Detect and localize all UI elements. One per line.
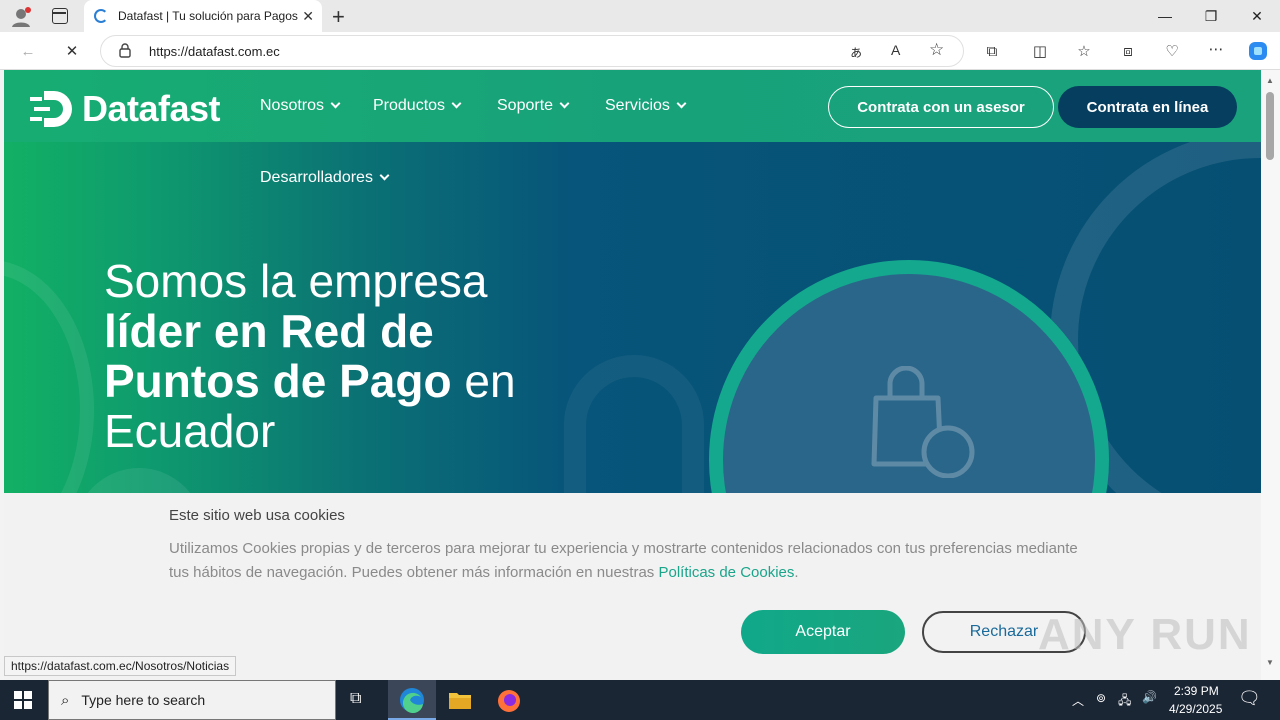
site-header: Datafast Nosotros Productos Soporte Serv… (4, 70, 1261, 142)
favorites-icon[interactable]: ☆ (1072, 40, 1096, 62)
address-field[interactable]: https://datafast.com.ec ぁ A ☆ (100, 35, 964, 67)
profile-icon[interactable] (10, 6, 32, 28)
split-screen-icon[interactable]: ◫ (1028, 40, 1052, 62)
back-icon[interactable]: ← (16, 40, 40, 62)
chevron-down-icon (676, 98, 687, 109)
browser-tab-bar: Datafast | Tu solución para Pagos ✕ + — … (0, 0, 1280, 32)
chevron-down-icon (451, 98, 462, 109)
tab-title: Datafast | Tu solución para Pagos (118, 9, 298, 23)
nav-nosotros[interactable]: Nosotros (260, 97, 341, 115)
window-close-icon[interactable]: ✕ (1234, 0, 1280, 32)
minimize-icon[interactable]: — (1142, 0, 1188, 32)
tab-actions-icon[interactable] (52, 8, 68, 24)
accept-cookies-button[interactable]: Aceptar (741, 610, 905, 654)
tab-close-icon[interactable]: ✕ (302, 8, 314, 25)
active-tab[interactable]: Datafast | Tu solución para Pagos ✕ (84, 0, 322, 32)
network-icon[interactable]: 🖧 (1118, 691, 1131, 712)
nav-servicios[interactable]: Servicios (605, 97, 687, 115)
nav-soporte[interactable]: Soporte (497, 97, 570, 115)
read-aloud-icon[interactable]: A (891, 42, 900, 58)
clock-time[interactable]: 2:39 PM (1174, 684, 1219, 698)
firefox-icon[interactable] (496, 688, 522, 714)
file-explorer-icon[interactable] (448, 690, 472, 710)
translate-icon[interactable]: ぁ (849, 42, 863, 62)
favorite-star-icon[interactable]: ☆ (929, 40, 944, 60)
datafast-logo[interactable]: Datafast (30, 88, 221, 130)
stop-loading-icon[interactable]: ✕ (60, 40, 84, 62)
shopping-bag-icon (870, 365, 980, 479)
tray-device-icon[interactable]: ⊚ (1096, 691, 1106, 705)
chevron-down-icon (330, 98, 341, 109)
logo-mark-icon (30, 91, 72, 127)
headline-line-4: Ecuador (104, 405, 276, 457)
tray-chevron-icon[interactable]: ︿ (1072, 692, 1084, 709)
copilot-icon[interactable] (1246, 40, 1270, 62)
lock-icon[interactable] (119, 43, 131, 58)
collections-icon[interactable]: ⧈ (1116, 40, 1140, 62)
scroll-thumb[interactable] (1266, 92, 1274, 160)
scroll-down-icon[interactable]: ▼ (1266, 658, 1274, 667)
cookie-text: Utilizamos Cookies propias y de terceros… (169, 540, 1078, 581)
url-text: https://datafast.com.ec (149, 44, 280, 59)
hero-section: Datafast Nosotros Productos Soporte Serv… (4, 70, 1261, 660)
restore-icon[interactable]: ❐ (1188, 0, 1234, 32)
hero-headline: Somos la empresa líder en Red de Puntos … (104, 256, 584, 456)
headline-line-3: Puntos de Pago en (104, 355, 516, 407)
link-status-bar: https://datafast.com.ec/Nosotros/Noticia… (4, 656, 237, 676)
cookie-title: Este sitio web usa cookies (169, 507, 345, 524)
address-toolbar: ← ✕ https://datafast.com.ec ぁ A ☆ ⧉ ◫ ☆ … (0, 32, 1280, 70)
chevron-down-icon (379, 170, 390, 181)
nav-desarrolladores[interactable]: Desarrolladores (260, 169, 390, 187)
search-placeholder: Type here to search (81, 692, 206, 708)
nav-productos[interactable]: Productos (373, 97, 462, 115)
contract-online-button[interactable]: Contrata en línea (1058, 86, 1237, 128)
cookie-policy-link[interactable]: Políticas de Cookies (658, 564, 794, 581)
loading-icon (94, 9, 108, 23)
headline-line-1: Somos la empresa (104, 255, 488, 307)
windows-start-icon[interactable] (14, 691, 32, 709)
edge-taskbar-icon[interactable] (388, 680, 436, 720)
extensions-icon[interactable]: ⧉ (980, 40, 1004, 62)
new-tab-icon[interactable]: + (332, 4, 345, 30)
browser-essentials-icon[interactable]: ♡ (1160, 40, 1184, 62)
web-page: Datafast Nosotros Productos Soporte Serv… (4, 70, 1261, 680)
scroll-up-icon[interactable]: ▲ (1266, 76, 1274, 85)
page-scrollbar[interactable]: ▲ ▼ (1261, 70, 1280, 680)
search-icon: ⌕ (61, 691, 70, 709)
notifications-icon[interactable]: 🗨 (1238, 688, 1261, 709)
contract-advisor-button[interactable]: Contrata con un asesor (828, 86, 1054, 128)
headline-line-2: líder en Red de (104, 305, 434, 357)
task-view-icon[interactable]: ⧉ (350, 690, 370, 710)
chevron-down-icon (559, 98, 570, 109)
windows-taskbar: ⌕ Type here to search ⧉ ︿ ⊚ 🖧 🔊 2:39 PM … (0, 680, 1280, 720)
anyrun-watermark: ANY RUN (1038, 610, 1252, 659)
taskbar-search-box[interactable]: ⌕ Type here to search (48, 680, 336, 720)
clock-date[interactable]: 4/29/2025 (1169, 702, 1222, 716)
more-menu-icon[interactable]: ⋯ (1204, 38, 1228, 60)
volume-icon[interactable]: 🔊 (1142, 690, 1157, 704)
logo-text: Datafast (82, 88, 221, 129)
